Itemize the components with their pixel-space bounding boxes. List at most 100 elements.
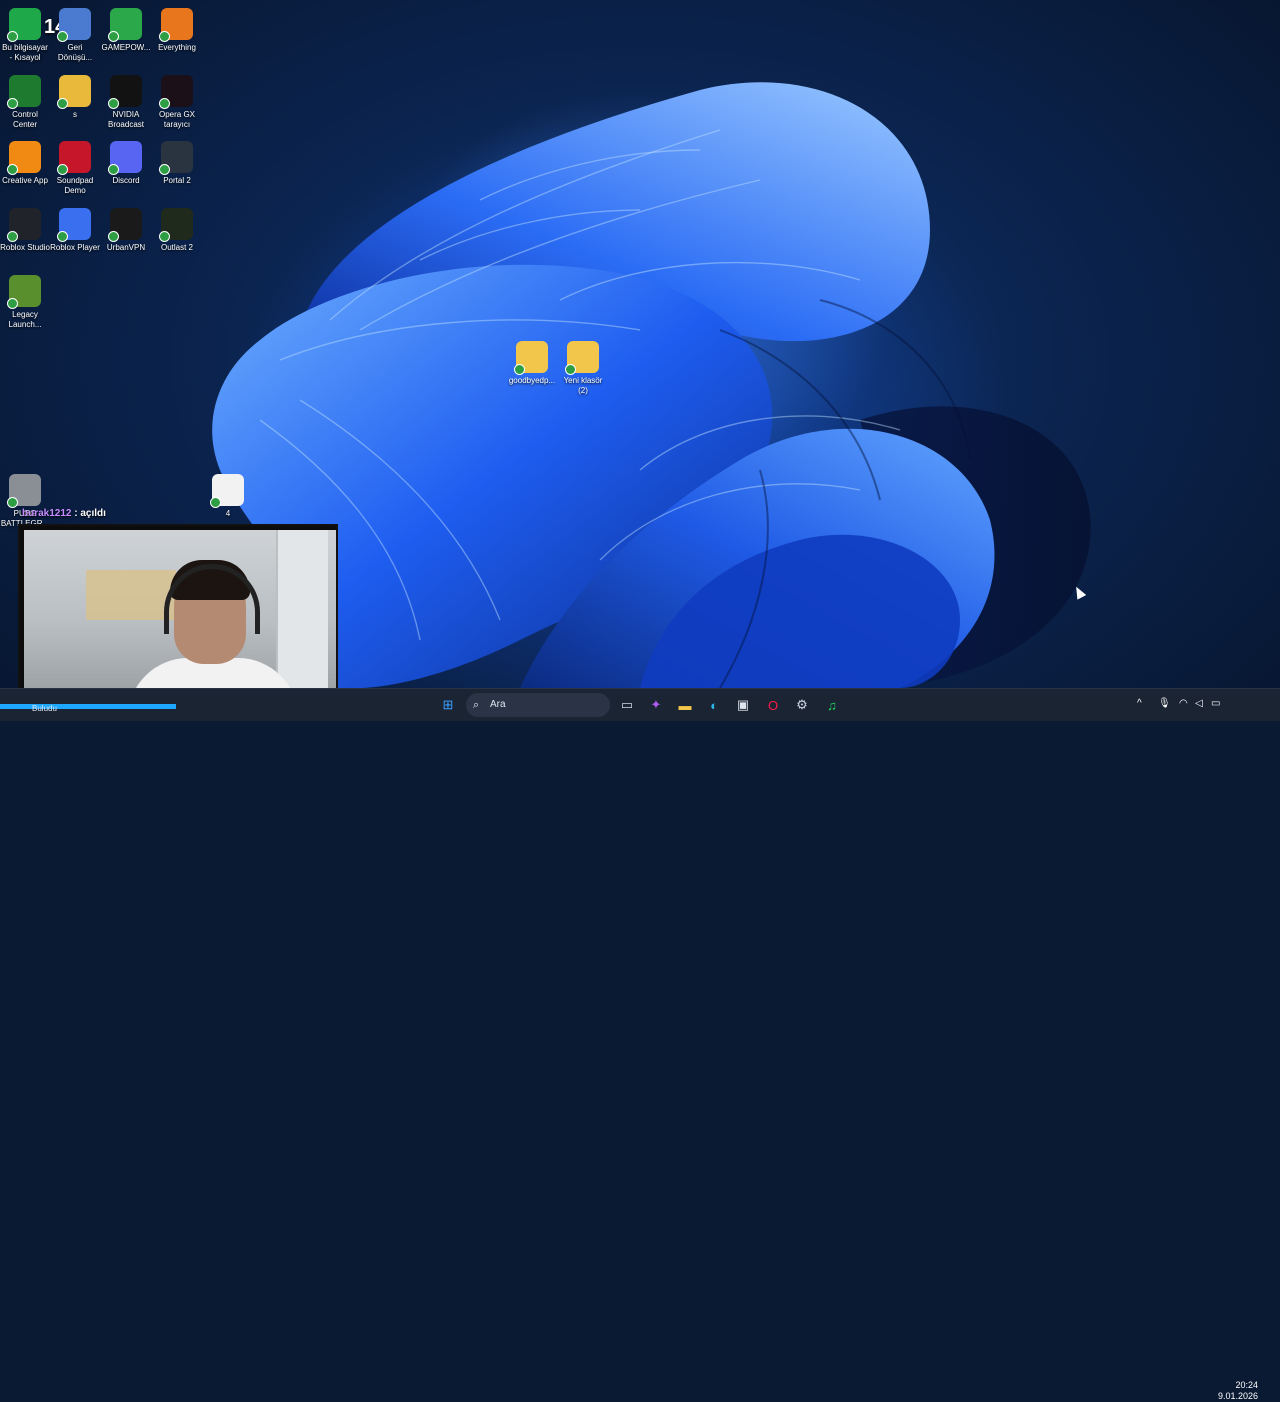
desktop-icon-label: s [73,110,77,119]
desktop-icon[interactable]: Soundpad Demo [50,141,100,196]
sync-status-icon [108,231,119,242]
sync-status-icon [565,364,576,375]
webcam-feed [24,530,336,688]
desktop-icon-label: UrbanVPN [106,243,146,252]
search-box[interactable]: ⌕ Ara [466,693,610,717]
recycle-bin-icon [57,8,91,42]
desktop-icon-label: Portal 2 [163,176,191,185]
creative-app-icon [7,141,41,175]
opera-gx-icon [159,75,193,109]
desktop-icon[interactable]: Geri Dönüşü... [50,8,100,63]
task-view-icon[interactable]: ▭ [614,693,640,717]
desktop-icon-label: Roblox Player [50,243,100,252]
desktop-icon-label: Soundpad Demo [56,176,94,195]
desktop-icon[interactable]: Roblox Player [50,208,100,253]
desktop-icon[interactable]: Control Center [0,75,50,130]
desktop-icon-label: NVIDIA Broadcast [107,110,145,129]
sync-status-icon [7,98,18,109]
spotify-icon[interactable]: ♫ [819,693,845,717]
sync-status-icon [7,231,18,242]
wifi-icon[interactable]: ◠ [1179,698,1188,709]
desktop-icon[interactable]: PUBG BATTLEGR... [0,474,50,529]
desktop-icon-label: Bu bilgisayar - Kısayol [2,43,48,62]
desktop-icon[interactable]: Portal 2 [152,141,202,186]
text-file-icon [210,474,244,508]
sync-status-icon [108,164,119,175]
copilot-icon[interactable]: ✦ [643,693,669,717]
desktop-icon[interactable]: Roblox Studio [0,208,50,253]
desktop-icon-label: Geri Dönüşü... [57,43,93,62]
steam-icon[interactable]: ⚙ [789,693,815,717]
desktop-icon-label: Roblox Studio [0,243,50,252]
desktop-icon-label: goodbyedp... [508,376,556,385]
clock-time: 20:24 [1235,1380,1258,1390]
desktop-icon[interactable]: Discord [101,141,151,186]
desktop-icon-label: Opera GX tarayıcı [158,110,195,129]
minecraft-legacy-icon [7,275,41,309]
sync-status-icon [514,364,525,375]
clock-date: 9.01.2026 [1217,1391,1258,1401]
desktop-icon[interactable]: NVIDIA Broadcast [101,75,151,130]
microsoft-store-icon[interactable]: ▣ [730,693,756,717]
sync-status-icon [57,31,68,42]
chevron-up-icon[interactable]: ^ [1137,698,1142,709]
folder-icon [514,341,548,375]
room-door [276,530,328,688]
desktop-icon[interactable]: 4 [203,474,253,519]
sync-status-icon [210,497,221,508]
wall-picture [86,570,176,620]
desktop-icon[interactable]: Legacy Launch... [0,275,50,330]
urbanvpn-icon [108,208,142,242]
search-icon: ⌕ [473,699,480,711]
desktop-icon[interactable]: s [50,75,100,120]
desktop-icon-label: Yeni klasör (2) [563,376,603,395]
desktop-icon-label: 4 [225,509,231,518]
desktop-icon[interactable]: Opera GX tarayıcı [152,75,202,130]
edge-icon[interactable]: ◐ [701,693,727,717]
sync-status-icon [159,231,170,242]
desktop[interactable]: 144 Bu bilgisayar - KısayolGeri Dönüşü..… [0,0,1280,688]
desktop-icon[interactable]: Creative App [0,141,50,186]
desktop-icon[interactable]: GAMEPOW... [101,8,151,53]
desktop-icon-label: Control Center [12,110,38,129]
outlast2-icon [159,208,193,242]
windows-start-icon[interactable]: ⊞ [435,693,461,717]
desktop-icon[interactable]: Outlast 2 [152,208,202,253]
pubg-icon [7,474,41,508]
soundpad-icon [57,141,91,175]
chat-overlay: burak1212 : açıldı [22,508,106,519]
sync-status-icon [7,31,18,42]
upload-progress-fill [0,704,176,709]
folder-icon [565,341,599,375]
desktop-icon[interactable]: Yeni klasör (2) [558,341,608,396]
file-explorer-icon[interactable]: ▬ [672,693,698,717]
desktop-icon[interactable]: Bu bilgisayar - Kısayol [0,8,50,63]
desktop-icon[interactable]: UrbanVPN [101,208,151,253]
portal2-icon [159,141,193,175]
desktop-icon-label: Legacy Launch... [8,310,42,329]
roblox-studio-icon [7,208,41,242]
sync-status-icon [108,31,119,42]
upload-progress-label: Buludu [32,704,57,713]
roblox-player-icon [57,208,91,242]
clock[interactable]: 20:24 9.01.2026 [1218,1380,1258,1402]
desktop-icon[interactable]: Everything [152,8,202,53]
chat-username: burak1212 [22,508,72,519]
folder-icon [57,75,91,109]
nvidia-broadcast-icon [108,75,142,109]
search-placeholder: Ara [490,699,506,710]
everything-search-icon [159,8,193,42]
volume-icon[interactable]: ◁ [1195,698,1203,709]
desktop-icon-label: Everything [158,43,196,52]
battery-icon[interactable]: ▭ [1211,698,1220,709]
control-center-icon [7,75,41,109]
webcam-overlay [18,524,338,688]
this-pc-icon [7,8,41,42]
desktop-icon[interactable]: goodbyedp... [507,341,557,386]
opera-gx-icon[interactable]: O [760,693,786,717]
sync-status-icon [159,164,170,175]
sync-status-icon [159,98,170,109]
microphone-icon[interactable]: 🎙 [1158,698,1171,709]
chat-message: : açıldı [71,508,106,519]
sync-status-icon [57,231,68,242]
